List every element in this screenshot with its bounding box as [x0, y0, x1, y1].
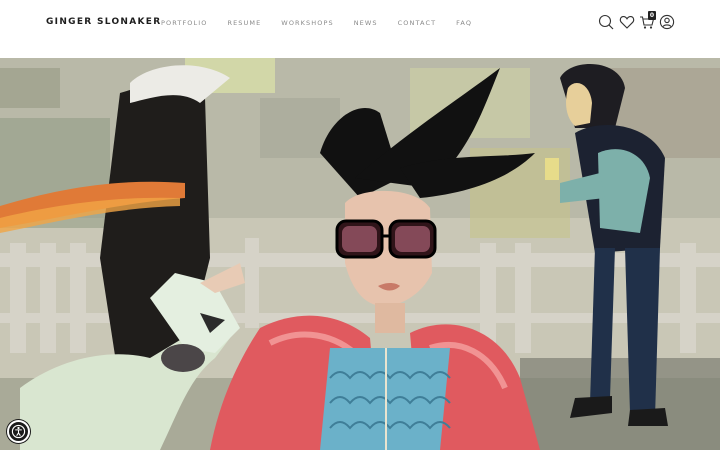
nav-item-news[interactable]: NEWS	[354, 19, 378, 27]
accessibility-icon	[11, 424, 26, 439]
cart-button[interactable]: 0	[639, 11, 657, 32]
wishlist-button[interactable]	[619, 12, 637, 32]
nav-item-resume[interactable]: RESUME	[227, 19, 261, 27]
hero-painting	[0, 58, 720, 450]
nav-item-contact[interactable]: CONTACT	[398, 19, 437, 27]
site-header: GINGER SLONAKER PORTFOLIO RESUME WORKSHO…	[0, 0, 720, 58]
nav-item-faq[interactable]: FAQ	[456, 19, 472, 27]
cart-count-badge: 0	[648, 11, 656, 20]
main-nav: PORTFOLIO RESUME WORKSHOPS NEWS CONTACT …	[161, 19, 492, 27]
nav-item-portfolio[interactable]: PORTFOLIO	[161, 19, 207, 27]
search-button[interactable]	[598, 12, 616, 32]
user-icon	[659, 14, 675, 30]
heart-icon	[619, 16, 635, 29]
site-brand[interactable]: GINGER SLONAKER	[46, 17, 161, 27]
accessibility-button[interactable]	[7, 420, 30, 443]
nav-item-workshops[interactable]: WORKSHOPS	[281, 19, 333, 27]
hero-painting-image	[0, 58, 720, 450]
search-icon	[598, 14, 614, 30]
account-button[interactable]	[659, 12, 677, 32]
